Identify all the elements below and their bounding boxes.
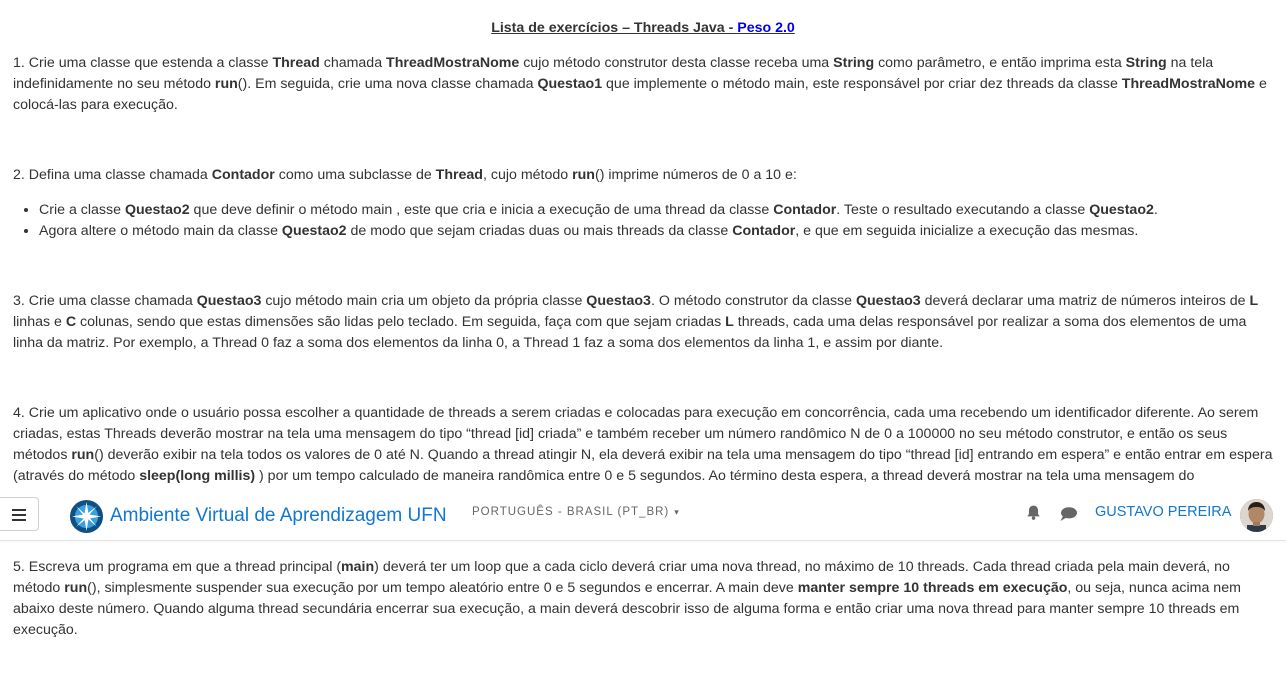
language-selector[interactable]: PORTUGUÊS - BRASIL (PT_BR) ▾ <box>472 506 680 518</box>
chevron-down-icon: ▾ <box>674 507 680 517</box>
peso-link[interactable]: Peso 2.0 <box>737 20 795 36</box>
question-2-list: Crie a classe Questao2 que deve definir … <box>13 200 1286 242</box>
question-1: 1. Crie uma classe que estenda a classe … <box>13 55 1267 113</box>
bell-icon[interactable] <box>1025 504 1042 521</box>
question-3: 3. Crie uma classe chamada Questao3 cujo… <box>13 293 1259 351</box>
question-2: 2. Defina uma classe chamada Contador co… <box>13 167 797 183</box>
list-item: Agora altere o método main da classe Que… <box>39 221 1286 242</box>
chat-bubble-icon[interactable] <box>1059 506 1078 522</box>
hamburger-icon <box>12 509 26 521</box>
ufn-logo-icon[interactable] <box>69 499 104 534</box>
top-navbar: Ambiente Virtual de Aprendizagem UFN POR… <box>0 489 1286 541</box>
user-name[interactable]: GUSTAVO PEREIRA <box>1095 504 1231 520</box>
language-label: PORTUGUÊS - BRASIL (PT_BR) <box>472 506 670 518</box>
list-item: Crie a classe Questao2 que deve definir … <box>39 200 1286 221</box>
brand-title[interactable]: Ambiente Virtual de Aprendizagem UFN <box>110 505 447 527</box>
menu-toggle-button[interactable] <box>0 497 39 531</box>
question-4: 4. Crie um aplicativo onde o usuário pos… <box>13 405 1273 484</box>
page-title: Lista de exercícios – Threads Java - Pes… <box>0 20 1286 36</box>
title-text: Lista de exercícios – Threads Java - <box>491 20 738 36</box>
question-5: 5. Escreva um programa em que a thread p… <box>13 559 1241 638</box>
user-avatar[interactable] <box>1240 499 1273 532</box>
